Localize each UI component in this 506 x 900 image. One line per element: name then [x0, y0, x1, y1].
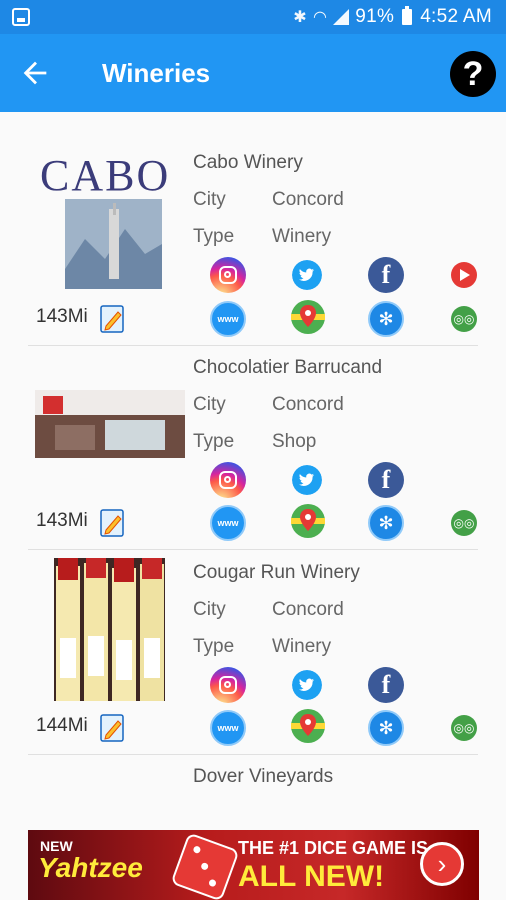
- website-icon[interactable]: www: [210, 301, 246, 337]
- type-value: Shop: [272, 431, 317, 452]
- twitter-icon[interactable]: [292, 260, 322, 290]
- website-icon[interactable]: www: [210, 505, 246, 541]
- facebook-icon[interactable]: f: [368, 257, 404, 293]
- divider: [28, 549, 478, 550]
- winery-name: Cougar Run Winery: [193, 562, 360, 583]
- map-pin-icon[interactable]: [290, 708, 326, 744]
- instagram-icon[interactable]: [210, 667, 246, 703]
- twitter-icon[interactable]: [292, 670, 322, 700]
- distance: 143Mi: [36, 306, 88, 327]
- help-icon[interactable]: ?: [450, 51, 496, 97]
- ad-banner[interactable]: NEW Yahtzee THE #1 DICE GAME IS ALL NEW!…: [28, 830, 479, 900]
- winery-name: Chocolatier Barrucand: [193, 357, 383, 378]
- city-value: Concord: [272, 394, 344, 415]
- youtube-icon[interactable]: [451, 262, 477, 288]
- ad-brand: Yahtzee: [38, 852, 143, 883]
- winery-name: Dover Vineyards: [193, 766, 334, 787]
- status-bar: ✱ ◠ 91% 4:52 AM: [0, 0, 506, 34]
- instagram-icon[interactable]: [210, 462, 246, 498]
- list-item[interactable]: Chocolatier Barrucand City Concord Type …: [0, 346, 506, 551]
- chevron-right-icon[interactable]: ›: [420, 842, 464, 886]
- type-value: Winery: [272, 226, 332, 247]
- winery-thumbnail: [54, 558, 165, 701]
- type-label: Type: [193, 226, 235, 247]
- notes-icon[interactable]: [100, 506, 126, 538]
- status-indicators: ✱ ◠ 91% 4:52 AM: [293, 6, 492, 28]
- tripadvisor-icon[interactable]: ◎◎: [451, 715, 477, 741]
- dice-icon: [170, 832, 240, 900]
- yelp-icon[interactable]: ✻: [368, 710, 404, 746]
- type-label: Type: [193, 431, 235, 452]
- city-label: City: [193, 394, 226, 415]
- tripadvisor-icon[interactable]: ◎◎: [451, 306, 477, 332]
- yelp-icon[interactable]: ✻: [368, 301, 404, 337]
- page-title: Wineries: [102, 58, 211, 88]
- notes-icon[interactable]: [100, 302, 126, 334]
- wifi-icon: ◠: [312, 9, 328, 26]
- tripadvisor-icon[interactable]: ◎◎: [451, 510, 477, 536]
- type-value: Winery: [272, 636, 332, 657]
- ad-subline: ALL NEW!: [238, 860, 385, 893]
- facebook-icon[interactable]: f: [368, 462, 404, 498]
- distance: 144Mi: [36, 715, 88, 736]
- back-arrow-icon[interactable]: [18, 56, 52, 90]
- list-item[interactable]: Dover Vineyards: [0, 756, 506, 816]
- facebook-icon[interactable]: f: [368, 667, 404, 703]
- cabo-logo: CABO: [40, 151, 171, 200]
- battery-percent: 91%: [355, 6, 395, 27]
- app-bar: Wineries ?: [0, 34, 506, 112]
- distance: 143Mi: [36, 510, 88, 531]
- twitter-icon[interactable]: [292, 465, 322, 495]
- battery-icon: [402, 6, 413, 25]
- city-label: City: [193, 189, 226, 210]
- clock: 4:52 AM: [420, 6, 492, 27]
- list-item[interactable]: CABO Cabo Winery City Concord Type Winer…: [0, 112, 506, 346]
- winery-name: Cabo Winery: [193, 152, 303, 173]
- divider: [28, 754, 478, 755]
- city-value: Concord: [272, 189, 344, 210]
- signal-icon: [333, 9, 350, 25]
- yelp-icon[interactable]: ✻: [368, 505, 404, 541]
- winery-thumbnail: [65, 199, 162, 289]
- type-label: Type: [193, 636, 235, 657]
- winery-thumbnail: [35, 390, 185, 458]
- website-icon[interactable]: www: [210, 710, 246, 746]
- instagram-icon[interactable]: [210, 257, 246, 293]
- map-pin-icon[interactable]: [290, 503, 326, 539]
- gallery-icon: [12, 8, 30, 26]
- city-label: City: [193, 599, 226, 620]
- bluetooth-icon: ✱: [293, 9, 307, 26]
- ad-headline: THE #1 DICE GAME IS: [238, 838, 429, 858]
- notes-icon[interactable]: [100, 711, 126, 743]
- city-value: Concord: [272, 599, 344, 620]
- list-item[interactable]: Cougar Run Winery City Concord Type Wine…: [0, 551, 506, 756]
- map-pin-icon[interactable]: [290, 299, 326, 335]
